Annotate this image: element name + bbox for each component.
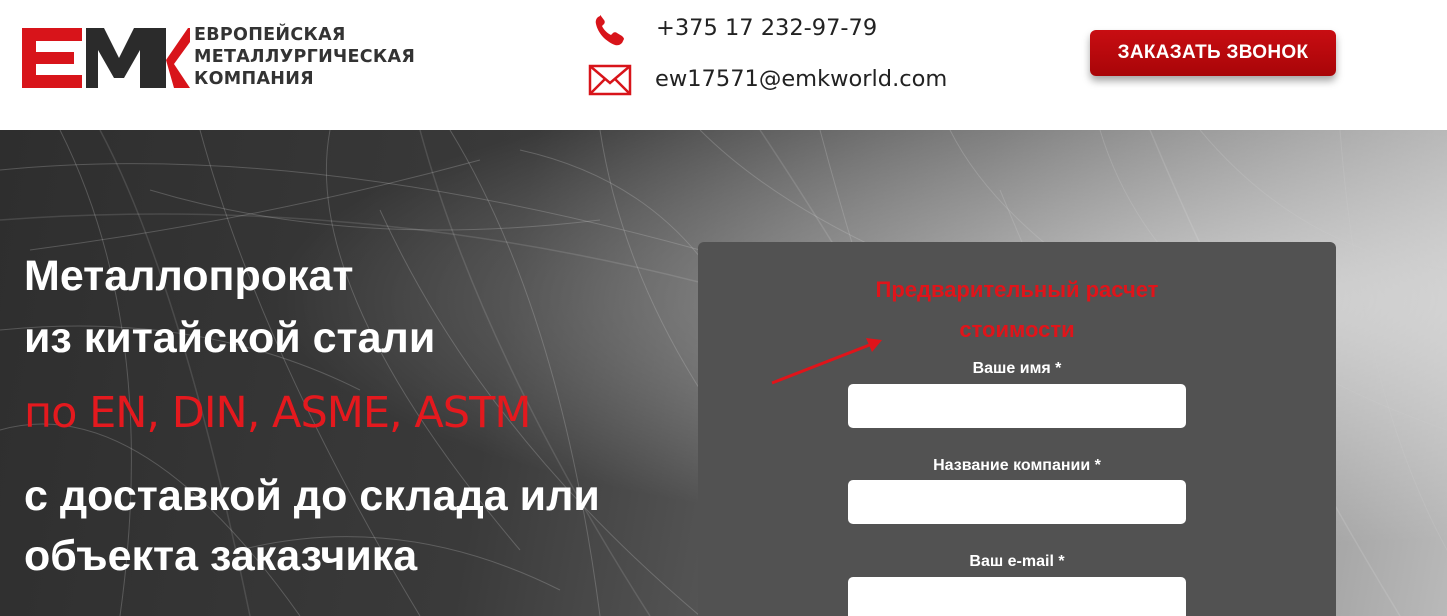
logo-text: ЕВРОПЕЙСКАЯ МЕТАЛЛУРГИЧЕСКАЯ КОМПАНИЯ xyxy=(194,24,415,90)
emk-logo-mark xyxy=(22,28,190,88)
hero-title-line: с доставкой до склада или xyxy=(24,472,600,520)
envelope-icon xyxy=(588,64,632,96)
form-heading: Предварительный расчет стоимости xyxy=(698,270,1336,350)
phone-number[interactable]: +375 17 232-97-79 xyxy=(656,15,877,41)
hero-title-line: Металлопрокат xyxy=(24,252,354,300)
company-logo[interactable]: ЕВРОПЕЙСКАЯ МЕТАЛЛУРГИЧЕСКАЯ КОМПАНИЯ xyxy=(22,24,422,96)
email-input[interactable] xyxy=(848,577,1186,616)
form-heading-line: Предварительный расчет xyxy=(875,277,1159,302)
hero-title-highlight: по EN, DIN, ASME, ASTM xyxy=(24,388,531,438)
name-field-label: Ваше имя * xyxy=(972,360,1062,377)
hero-section: Металлопрокат из китайской стали по EN, … xyxy=(0,130,1447,616)
hero-title-line: из китайской стали xyxy=(24,314,436,362)
company-field-label: Название компании * xyxy=(933,457,1101,474)
logo-line: ЕВРОПЕЙСКАЯ xyxy=(194,25,346,45)
name-input[interactable] xyxy=(848,384,1186,428)
email-address[interactable]: ew17571@emkworld.com xyxy=(655,66,947,92)
phone-icon xyxy=(595,15,624,46)
form-heading-line: стоимости xyxy=(959,317,1075,342)
company-input[interactable] xyxy=(848,480,1186,524)
order-call-button[interactable]: ЗАКАЗАТЬ ЗВОНОК xyxy=(1090,30,1336,76)
cost-estimate-form: Предварительный расчет стоимости Ваше им… xyxy=(698,242,1336,616)
email-field-label: Ваш e-mail * xyxy=(969,553,1065,570)
logo-line: КОМПАНИЯ xyxy=(194,69,314,89)
site-header: ЕВРОПЕЙСКАЯ МЕТАЛЛУРГИЧЕСКАЯ КОМПАНИЯ +3… xyxy=(0,0,1447,130)
logo-line: МЕТАЛЛУРГИЧЕСКАЯ xyxy=(194,47,416,67)
hero-title-line: объекта заказчика xyxy=(24,532,418,580)
